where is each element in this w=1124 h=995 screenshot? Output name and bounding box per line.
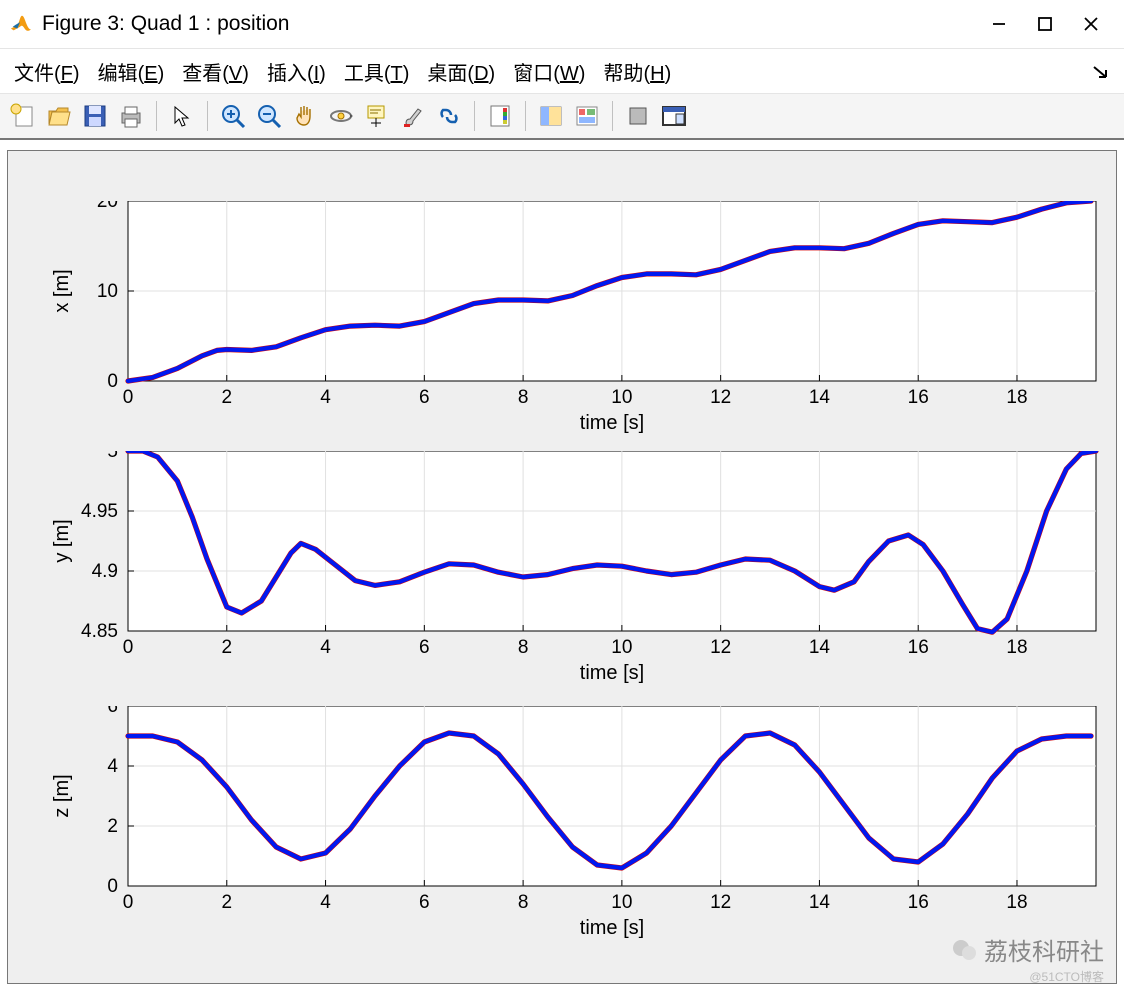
menu-view[interactable]: 查看(V) bbox=[182, 57, 249, 86]
svg-text:10: 10 bbox=[611, 387, 632, 408]
menu-file[interactable]: 文件(F) bbox=[14, 57, 80, 86]
svg-text:0: 0 bbox=[123, 892, 134, 913]
menu-help[interactable]: 帮助(H) bbox=[603, 57, 671, 86]
svg-text:2: 2 bbox=[221, 637, 232, 658]
brush-icon[interactable] bbox=[398, 101, 428, 131]
svg-text:6: 6 bbox=[419, 637, 430, 658]
svg-text:time [s]: time [s] bbox=[580, 917, 644, 939]
menu-window[interactable]: 窗口(W) bbox=[513, 57, 585, 86]
menu-tools[interactable]: 工具(T) bbox=[344, 57, 410, 86]
svg-text:0: 0 bbox=[107, 371, 118, 392]
axes-x[interactable]: 0 2 4 6 8 10 12 14 16 18 0 10 20 time [s] x [m] bbox=[8, 201, 1116, 454]
pan-icon[interactable] bbox=[290, 101, 320, 131]
menu-desktop[interactable]: 桌面(D) bbox=[427, 57, 495, 86]
matlab-icon bbox=[10, 13, 32, 35]
svg-text:2: 2 bbox=[221, 892, 232, 913]
svg-text:0: 0 bbox=[123, 637, 134, 658]
svg-text:x [m]: x [m] bbox=[51, 269, 73, 312]
svg-text:time [s]: time [s] bbox=[580, 662, 644, 684]
watermark-secondary: @51CTO博客 bbox=[1029, 968, 1104, 985]
svg-text:4.85: 4.85 bbox=[81, 621, 118, 642]
axes-y[interactable]: 0 2 4 6 8 10 12 14 16 18 4.85 4.9 4.95 5 time [s] y [m] bbox=[8, 451, 1116, 704]
window-title: Figure 3: Quad 1 : position bbox=[42, 12, 976, 36]
minimize-button[interactable] bbox=[976, 1, 1022, 47]
legend-icon[interactable] bbox=[536, 101, 566, 131]
hide-tools-icon[interactable] bbox=[623, 101, 653, 131]
zoom-in-icon[interactable] bbox=[218, 101, 248, 131]
svg-text:4.95: 4.95 bbox=[81, 501, 118, 522]
svg-text:12: 12 bbox=[710, 387, 731, 408]
maximize-button[interactable] bbox=[1022, 1, 1068, 47]
svg-text:6: 6 bbox=[419, 387, 430, 408]
svg-text:16: 16 bbox=[908, 387, 929, 408]
svg-text:16: 16 bbox=[908, 637, 929, 658]
svg-text:10: 10 bbox=[611, 637, 632, 658]
svg-text:5: 5 bbox=[107, 451, 118, 462]
new-figure-icon[interactable] bbox=[8, 101, 38, 131]
svg-text:4: 4 bbox=[320, 892, 331, 913]
svg-text:6: 6 bbox=[419, 892, 430, 913]
svg-text:18: 18 bbox=[1006, 892, 1027, 913]
svg-text:4: 4 bbox=[320, 387, 331, 408]
axes-z[interactable]: 0 2 4 6 8 10 12 14 16 18 0 2 4 6 time [s] z [m] bbox=[8, 706, 1116, 959]
plot-tools-icon[interactable] bbox=[572, 101, 602, 131]
svg-text:14: 14 bbox=[809, 892, 831, 913]
link-icon[interactable] bbox=[434, 101, 464, 131]
open-icon[interactable] bbox=[44, 101, 74, 131]
zoom-out-icon[interactable] bbox=[254, 101, 284, 131]
svg-text:4: 4 bbox=[320, 637, 331, 658]
wechat-icon bbox=[952, 937, 978, 963]
svg-text:18: 18 bbox=[1006, 637, 1027, 658]
svg-text:18: 18 bbox=[1006, 387, 1027, 408]
svg-text:2: 2 bbox=[107, 816, 118, 837]
figure-canvas[interactable]: 02468101214161801020time [s]x [m] 024681… bbox=[7, 150, 1117, 984]
title-bar: Figure 3: Quad 1 : position bbox=[0, 0, 1124, 49]
dock-arrow-icon[interactable] bbox=[1092, 65, 1110, 87]
svg-text:y [m]: y [m] bbox=[51, 519, 73, 562]
menu-bar: 文件(F) 编辑(E) 查看(V) 插入(I) 工具(T) 桌面(D) 窗口(W… bbox=[0, 49, 1124, 94]
svg-text:14: 14 bbox=[809, 637, 831, 658]
svg-text:8: 8 bbox=[518, 637, 529, 658]
svg-text:16: 16 bbox=[908, 892, 929, 913]
figure-window: { "window": { "title": "Figure 3: Quad 1… bbox=[0, 0, 1124, 995]
menu-insert[interactable]: 插入(I) bbox=[267, 57, 326, 86]
rotate-3d-icon[interactable] bbox=[326, 101, 356, 131]
toolbar bbox=[0, 94, 1124, 140]
svg-text:0: 0 bbox=[123, 387, 134, 408]
svg-text:14: 14 bbox=[809, 387, 831, 408]
save-icon[interactable] bbox=[80, 101, 110, 131]
svg-text:8: 8 bbox=[518, 892, 529, 913]
svg-text:z [m]: z [m] bbox=[51, 774, 73, 817]
menu-edit[interactable]: 编辑(E) bbox=[98, 57, 165, 86]
svg-text:10: 10 bbox=[97, 281, 118, 302]
svg-text:time [s]: time [s] bbox=[580, 412, 644, 434]
pointer-icon[interactable] bbox=[167, 101, 197, 131]
svg-text:0: 0 bbox=[107, 876, 118, 897]
svg-text:12: 12 bbox=[710, 637, 731, 658]
watermark: 荔枝科研社 bbox=[952, 932, 1104, 967]
svg-text:8: 8 bbox=[518, 387, 529, 408]
colorbar-icon[interactable] bbox=[485, 101, 515, 131]
svg-text:20: 20 bbox=[97, 201, 118, 212]
data-cursor-icon[interactable] bbox=[362, 101, 392, 131]
dock-icon[interactable] bbox=[659, 101, 689, 131]
svg-text:4.9: 4.9 bbox=[92, 561, 118, 582]
svg-text:12: 12 bbox=[710, 892, 731, 913]
print-icon[interactable] bbox=[116, 101, 146, 131]
svg-text:6: 6 bbox=[107, 706, 118, 717]
svg-text:10: 10 bbox=[611, 892, 632, 913]
svg-text:2: 2 bbox=[221, 387, 232, 408]
close-button[interactable] bbox=[1068, 1, 1114, 47]
svg-text:4: 4 bbox=[107, 756, 118, 777]
